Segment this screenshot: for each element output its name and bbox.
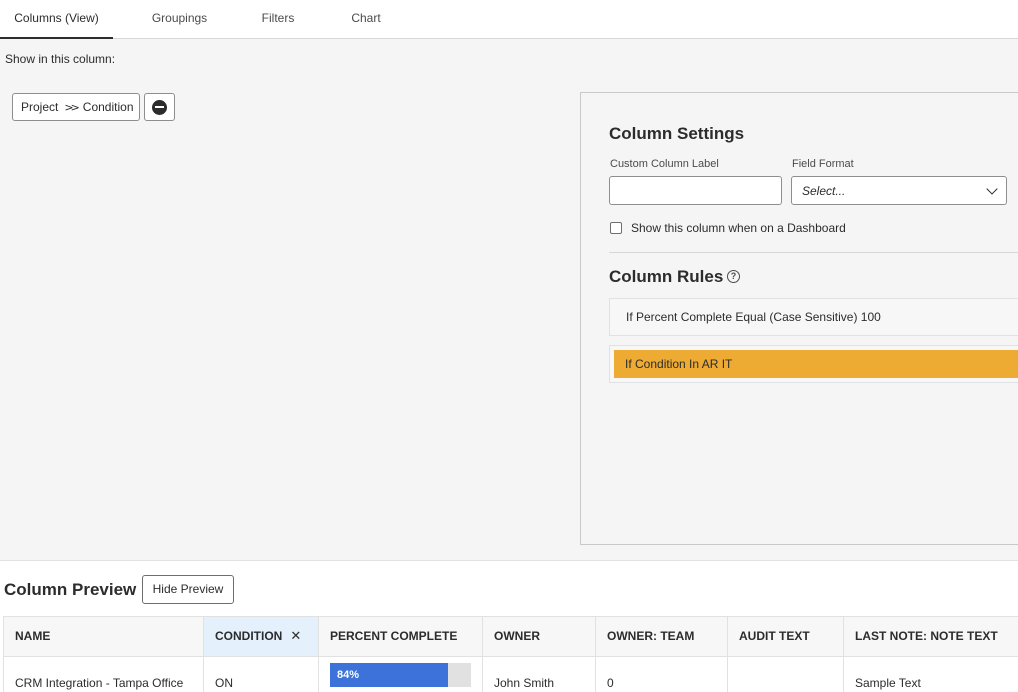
- progress-bar-fill: 84%: [330, 663, 449, 687]
- chevron-right-double-icon: >>: [64, 100, 80, 114]
- field-path-pill[interactable]: Project >> Condition: [12, 93, 140, 121]
- hide-preview-button[interactable]: Hide Preview: [142, 575, 234, 604]
- table-cell-condition: ON: [204, 657, 319, 692]
- progress-bar: 84%: [330, 663, 471, 687]
- tab-bar: Columns (View) Groupings Filters Chart: [0, 0, 1018, 39]
- column-rule-item[interactable]: If Condition In AR IT: [609, 345, 1018, 383]
- chevron-down-icon: [986, 182, 998, 195]
- remove-field-button[interactable]: [144, 93, 175, 121]
- table-cell-name: CRM Integration - Tampa Office: [4, 657, 204, 692]
- tab-filters[interactable]: Filters: [253, 0, 303, 39]
- column-preview-title: Column Preview: [4, 580, 137, 599]
- column-rule-label: If Condition In AR IT: [614, 350, 1018, 378]
- table-cell-owner: John Smith: [483, 657, 596, 692]
- column-header-percent-complete[interactable]: PERCENT COMPLETE: [319, 617, 483, 657]
- tab-columns-view[interactable]: Columns (View): [0, 0, 113, 39]
- field-format-label: Field Format: [792, 158, 854, 170]
- field-format-select[interactable]: Select...: [791, 176, 1007, 205]
- table-cell-percent-complete: 84%: [319, 657, 483, 692]
- dashboard-checkbox[interactable]: [610, 222, 622, 234]
- column-header-owner-team[interactable]: OWNER: TEAM: [596, 617, 728, 657]
- show-in-column-label: Show in this column:: [5, 52, 116, 66]
- dashboard-checkbox-label: Show this column when on a Dashboard: [631, 221, 846, 235]
- tab-chart[interactable]: Chart: [343, 0, 389, 39]
- column-header-owner[interactable]: OWNER: [483, 617, 596, 657]
- column-rules-title: Column Rules: [609, 267, 724, 286]
- column-header-label: CONDITION: [215, 629, 283, 643]
- column-rule-item[interactable]: If Percent Complete Equal (Case Sensitiv…: [609, 298, 1018, 336]
- close-icon[interactable]: ✕: [290, 629, 301, 644]
- table-cell-owner-team: 0: [596, 657, 728, 692]
- table-cell-last-note: Sample Text: [844, 657, 1018, 692]
- custom-column-label-label: Custom Column Label: [610, 158, 719, 170]
- remove-circle-icon: [152, 99, 167, 115]
- field-path-field: Condition: [82, 100, 134, 114]
- divider: [609, 252, 1018, 253]
- column-header-last-note[interactable]: LAST NOTE: NOTE TEXT: [844, 617, 1018, 657]
- field-path-parent: Project: [21, 100, 59, 114]
- field-format-placeholder: Select...: [802, 183, 846, 198]
- column-editor-area: Show in this column: Project >> Conditio…: [0, 39, 1018, 561]
- column-settings-title: Column Settings: [609, 124, 745, 143]
- help-icon[interactable]: ?: [727, 270, 740, 283]
- preview-table: NAME CONDITION ✕ PERCENT COMPLETE OWNER O…: [3, 616, 1018, 692]
- column-header-name[interactable]: NAME: [4, 617, 204, 657]
- custom-column-label-input[interactable]: [609, 176, 782, 205]
- column-header-audit-text[interactable]: AUDIT TEXT: [728, 617, 844, 657]
- tab-groupings[interactable]: Groupings: [142, 0, 217, 39]
- column-header-condition[interactable]: CONDITION ✕: [204, 617, 319, 657]
- table-cell-audit-text: [728, 657, 844, 692]
- column-settings-panel: Column Settings Custom Column Label Fiel…: [580, 92, 1018, 545]
